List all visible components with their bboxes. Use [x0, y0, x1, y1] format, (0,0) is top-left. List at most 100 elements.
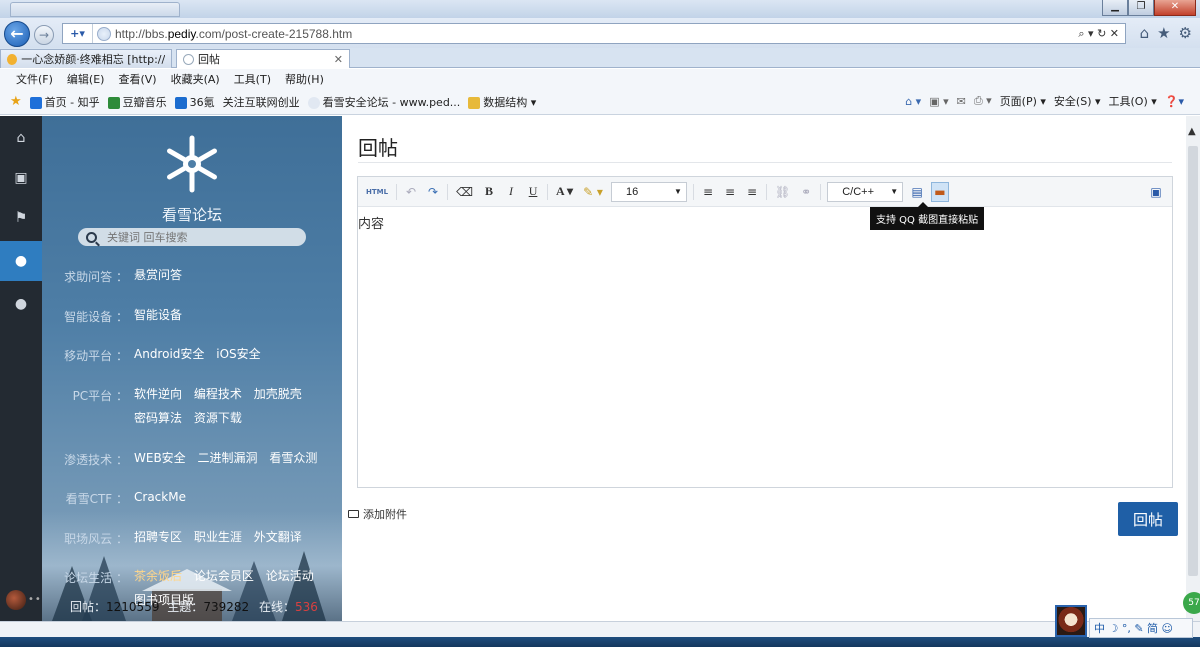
minimize-button[interactable]: ▁ [1102, 0, 1128, 16]
page-menu[interactable]: 页面(P) ▾ [1000, 93, 1046, 109]
italic-button[interactable]: I [503, 182, 519, 202]
home-icon[interactable]: ⌂ [1140, 24, 1150, 42]
html-source-button[interactable]: HTML [364, 182, 390, 202]
editor-toolbar: HTML ↶ ↷ ⌫ B I U A ▾ ✎ ▾ 16 ▼ ≡ ≡ ≡ ⛓ ⚭ … [358, 177, 1172, 207]
link-ios[interactable]: iOS安全 [216, 347, 260, 361]
link-crypto[interactable]: 密码算法 [134, 411, 182, 425]
link-reverse[interactable]: 软件逆向 [134, 387, 182, 401]
link-unpack[interactable]: 加壳脱壳 [254, 387, 302, 401]
favorites-star-icon[interactable]: ★ [1157, 24, 1170, 42]
compat-view-icon[interactable]: +▾ [63, 24, 93, 43]
forward-button[interactable]: → [34, 25, 54, 45]
font-color-icon[interactable]: A ▾ [554, 182, 575, 202]
gear-icon[interactable]: ⚙ [1179, 24, 1192, 42]
save-code-icon[interactable]: ▤ [909, 182, 925, 202]
back-button[interactable]: ← [4, 21, 30, 47]
search-icon[interactable] [86, 231, 97, 243]
window-titlebar: ▁ ❐ ✕ [0, 0, 1200, 18]
redo-icon[interactable]: ↷ [425, 182, 441, 202]
close-window-button[interactable]: ✕ [1154, 0, 1196, 16]
link-crowdtest[interactable]: 看雪众测 [269, 451, 317, 465]
safety-menu[interactable]: 安全(S) ▾ [1054, 93, 1101, 109]
replies-label: 回帖： [70, 600, 107, 614]
menu-view[interactable]: 查看(V) [118, 71, 156, 87]
home-command-icon[interactable]: ⌂ ▾ [905, 95, 921, 108]
favorites-star-icon[interactable]: ★ [10, 94, 22, 109]
editor-content[interactable]: 内容 [358, 207, 1172, 232]
underline-button[interactable]: U [525, 182, 541, 202]
search-input[interactable] [107, 230, 287, 244]
tab-close-icon[interactable]: ✕ [334, 53, 343, 66]
font-size-select[interactable]: 16 ▼ [610, 181, 687, 202]
unlink-icon[interactable]: ⚭ [798, 182, 814, 202]
link-career[interactable]: 职业生涯 [194, 530, 242, 544]
category-label: 职场风云 ： [64, 532, 128, 546]
mail-icon[interactable]: ✉ [957, 95, 966, 108]
chat-icon[interactable]: ● [0, 241, 42, 281]
link-translation[interactable]: 外文翻译 [254, 530, 302, 544]
link-crackme[interactable]: CrackMe [134, 490, 186, 504]
highlight-color-icon[interactable]: ✎ ▾ [581, 182, 605, 202]
submit-reply-button[interactable]: 回帖 [1118, 502, 1178, 536]
link-members[interactable]: 论坛会员区 [194, 569, 254, 583]
menu-tools[interactable]: 工具(T) [234, 71, 271, 87]
link-programming[interactable]: 编程技术 [194, 387, 242, 401]
tools-menu[interactable]: 工具(O) ▾ [1109, 93, 1157, 109]
maximize-button[interactable]: ❐ [1128, 0, 1154, 16]
link-teatime[interactable]: 茶余饭后 [134, 569, 182, 583]
help-icon[interactable]: ❓▾ [1165, 95, 1184, 108]
fav-kanxue[interactable]: 看雪安全论坛 - www.ped... [307, 94, 460, 110]
comment-icon[interactable]: ● [0, 284, 42, 324]
ime-toolbar[interactable]: 中 ☽ °, ✎ 简 ☺ [1089, 618, 1193, 638]
fav-zhihu[interactable]: 首页 - 知乎 [29, 94, 100, 110]
link-smart-device[interactable]: 智能设备 [134, 308, 182, 322]
toolbar-divider [396, 183, 398, 200]
bold-button[interactable]: B [481, 182, 497, 202]
floating-badge[interactable]: 57 [1183, 592, 1200, 614]
menu-favorites[interactable]: 收藏夹(A) [171, 71, 220, 87]
fav-startup[interactable]: 关注互联网创业 [223, 94, 300, 110]
link-icon[interactable]: ⛓ [773, 182, 792, 202]
link-jobs[interactable]: 招聘专区 [134, 530, 182, 544]
fav-36kr[interactable]: 36氪 [174, 94, 215, 110]
fav-douban[interactable]: 豆瓣音乐 [107, 94, 167, 110]
divider [358, 162, 1172, 163]
link-bounty-qa[interactable]: 悬赏问答 [134, 268, 182, 282]
tab-active-reply[interactable]: 回帖 ✕ [176, 49, 350, 68]
print-icon[interactable]: ⎙ ▾ [974, 94, 992, 108]
add-attachment-link[interactable]: 添加附件 [348, 506, 407, 522]
align-left-icon[interactable]: ≡ [700, 182, 716, 202]
search-refresh-icons[interactable]: ⌕ ▾ ↻ ✕ [1078, 27, 1125, 41]
background-window-tab[interactable] [10, 2, 180, 17]
fav-datastruct[interactable]: 数据结构 ▾ [468, 94, 536, 110]
image-upload-icon[interactable]: ▬ [931, 181, 949, 202]
link-downloads[interactable]: 资源下载 [194, 411, 242, 425]
user-avatar[interactable] [6, 590, 26, 610]
search-box[interactable] [78, 228, 306, 246]
link-binary-vuln[interactable]: 二进制漏洞 [198, 451, 258, 465]
undo-icon[interactable]: ↶ [403, 182, 419, 202]
tab-background[interactable]: 一心念娇颜·终难相忘 [http://... [0, 49, 172, 68]
url-text[interactable]: http://bbs.pediy.com/post-create-215788.… [115, 27, 352, 41]
link-events[interactable]: 论坛活动 [266, 569, 314, 583]
fullscreen-icon[interactable]: ▣ [1148, 182, 1164, 202]
flag-icon[interactable]: ⚑ [0, 198, 42, 238]
menu-file[interactable]: 文件(F) [16, 71, 53, 87]
eraser-icon[interactable]: ⌫ [454, 182, 475, 202]
home-icon[interactable]: ⌂ [0, 118, 42, 158]
feeds-icon[interactable]: ▣ ▾ [929, 95, 948, 108]
link-web-security[interactable]: WEB安全 [134, 451, 186, 465]
menu-help[interactable]: 帮助(H) [285, 71, 324, 87]
align-center-icon[interactable]: ≡ [722, 182, 738, 202]
menu-edit[interactable]: 编辑(E) [67, 71, 105, 87]
link-android[interactable]: Android安全 [134, 347, 204, 361]
address-bar[interactable]: +▾ http://bbs.pediy.com/post-create-2157… [62, 23, 1126, 44]
align-right-icon[interactable]: ≡ [744, 182, 760, 202]
briefcase-icon[interactable]: ▣ [0, 158, 42, 198]
scroll-up-icon[interactable]: ▲ [1188, 126, 1196, 137]
vertical-scrollbar[interactable]: ▲ [1186, 116, 1200, 621]
reply-form: 回帖 HTML ↶ ↷ ⌫ B I U A ▾ ✎ ▾ 16 ▼ ≡ ≡ ≡ ⛓… [342, 116, 1186, 621]
code-language-select[interactable]: C/C++ ▼ [827, 181, 904, 202]
scroll-thumb[interactable] [1188, 146, 1198, 576]
ime-mascot-avatar[interactable] [1055, 605, 1087, 637]
